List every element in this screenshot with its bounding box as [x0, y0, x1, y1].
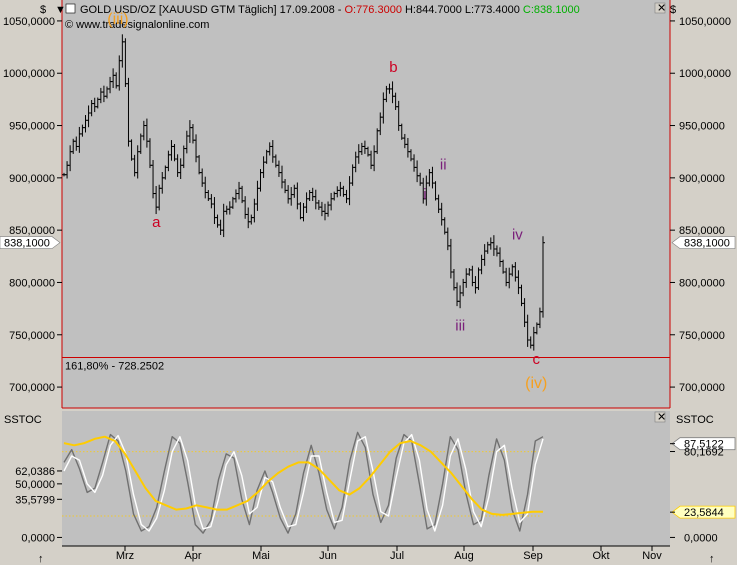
price-ytick-label-right: 900,0000 — [679, 173, 725, 185]
last-price-label-right: 838,1000 — [684, 238, 730, 250]
price-ytick-label-right: 1050,0000 — [679, 16, 731, 28]
price-panel — [62, 0, 670, 408]
close-icon: ✕ — [657, 3, 666, 15]
price-ytick-label-right: 800,0000 — [679, 277, 725, 289]
xtick-label: Apr — [184, 550, 201, 562]
price-ytick-label-left: 900,0000 — [9, 173, 55, 185]
wave-label: (iii) — [107, 11, 128, 28]
stoch-title-right: SSTOC — [676, 414, 714, 426]
xtick-label: Jul — [390, 550, 404, 562]
wave-label: b — [389, 59, 397, 76]
support-label: 161,80% - 728.2502 — [65, 361, 164, 373]
price-ytick-label-right: 950,0000 — [679, 121, 725, 133]
price-ytick-label-left: 700,0000 — [9, 382, 55, 394]
panel-menu-icon[interactable]: ▼ — [55, 4, 66, 16]
scroll-up-icon-left[interactable]: ↑ — [38, 553, 44, 565]
wave-label: ii — [440, 156, 447, 173]
instrument-checkbox[interactable] — [65, 3, 76, 14]
xtick-label: Aug — [454, 550, 474, 562]
price-ytick-label-right: 700,0000 — [679, 382, 725, 394]
price-ytick-label-left: 1000,0000 — [3, 68, 55, 80]
stoch-value-label: 0,0000 — [684, 532, 718, 544]
stoch-title-left: SSTOC — [4, 414, 42, 426]
wave-label: iii — [455, 318, 465, 335]
close-icon: ✕ — [657, 412, 666, 424]
wave-label: c — [532, 351, 540, 368]
xtick-label: Nov — [642, 550, 662, 562]
xtick-label: Okt — [592, 550, 609, 562]
stoch-panel — [62, 411, 670, 546]
price-ytick-label-left: 800,0000 — [9, 277, 55, 289]
wave-label: (iv) — [525, 375, 547, 392]
chart-area: $ $ ▼ GOLD USD/OZ [XAUUSD GTM Täglich] 1… — [0, 0, 737, 565]
xtick-label: Jun — [319, 550, 337, 562]
price-ytick-label-left: 750,0000 — [9, 330, 55, 342]
stoch-ytick-label-left: 50,0000 — [15, 479, 55, 491]
watermark: © www.tradesignalonline.com — [65, 19, 209, 31]
price-ytick-label-right: 850,0000 — [679, 225, 725, 237]
xtick-label: Sep — [523, 550, 543, 562]
wave-label: i — [423, 186, 426, 203]
price-ytick-label-right: 750,0000 — [679, 330, 725, 342]
last-price-label-left: 838,1000 — [4, 238, 50, 250]
price-ytick-label-left: 1050,0000 — [3, 16, 55, 28]
price-ytick-label-left: 850,0000 — [9, 225, 55, 237]
stoch-ytick-label-left: 35,5799 — [15, 494, 55, 506]
price-ytick-label-left: 950,0000 — [9, 121, 55, 133]
xtick-label: Mrz — [116, 550, 134, 562]
wave-label: a — [152, 214, 161, 231]
header-title: GOLD USD/OZ [XAUUSD GTM Täglich] 17.09.2… — [80, 4, 580, 16]
price-ytick-label-right: 1000,0000 — [679, 68, 731, 80]
xtick-label: Mai — [252, 550, 270, 562]
stoch-ytick-label-left: 62,0386 — [15, 466, 55, 478]
scroll-up-icon-right[interactable]: ↑ — [709, 553, 715, 565]
stoch-value-label: 80,1692 — [684, 447, 724, 459]
scale-dollar-right: $ — [670, 4, 676, 16]
scale-dollar-left: $ — [40, 4, 46, 16]
stoch-ytick-label-left: 0,0000 — [21, 532, 55, 544]
wave-label: iv — [512, 227, 523, 244]
stoch-value-label: 23,5844 — [684, 507, 724, 519]
